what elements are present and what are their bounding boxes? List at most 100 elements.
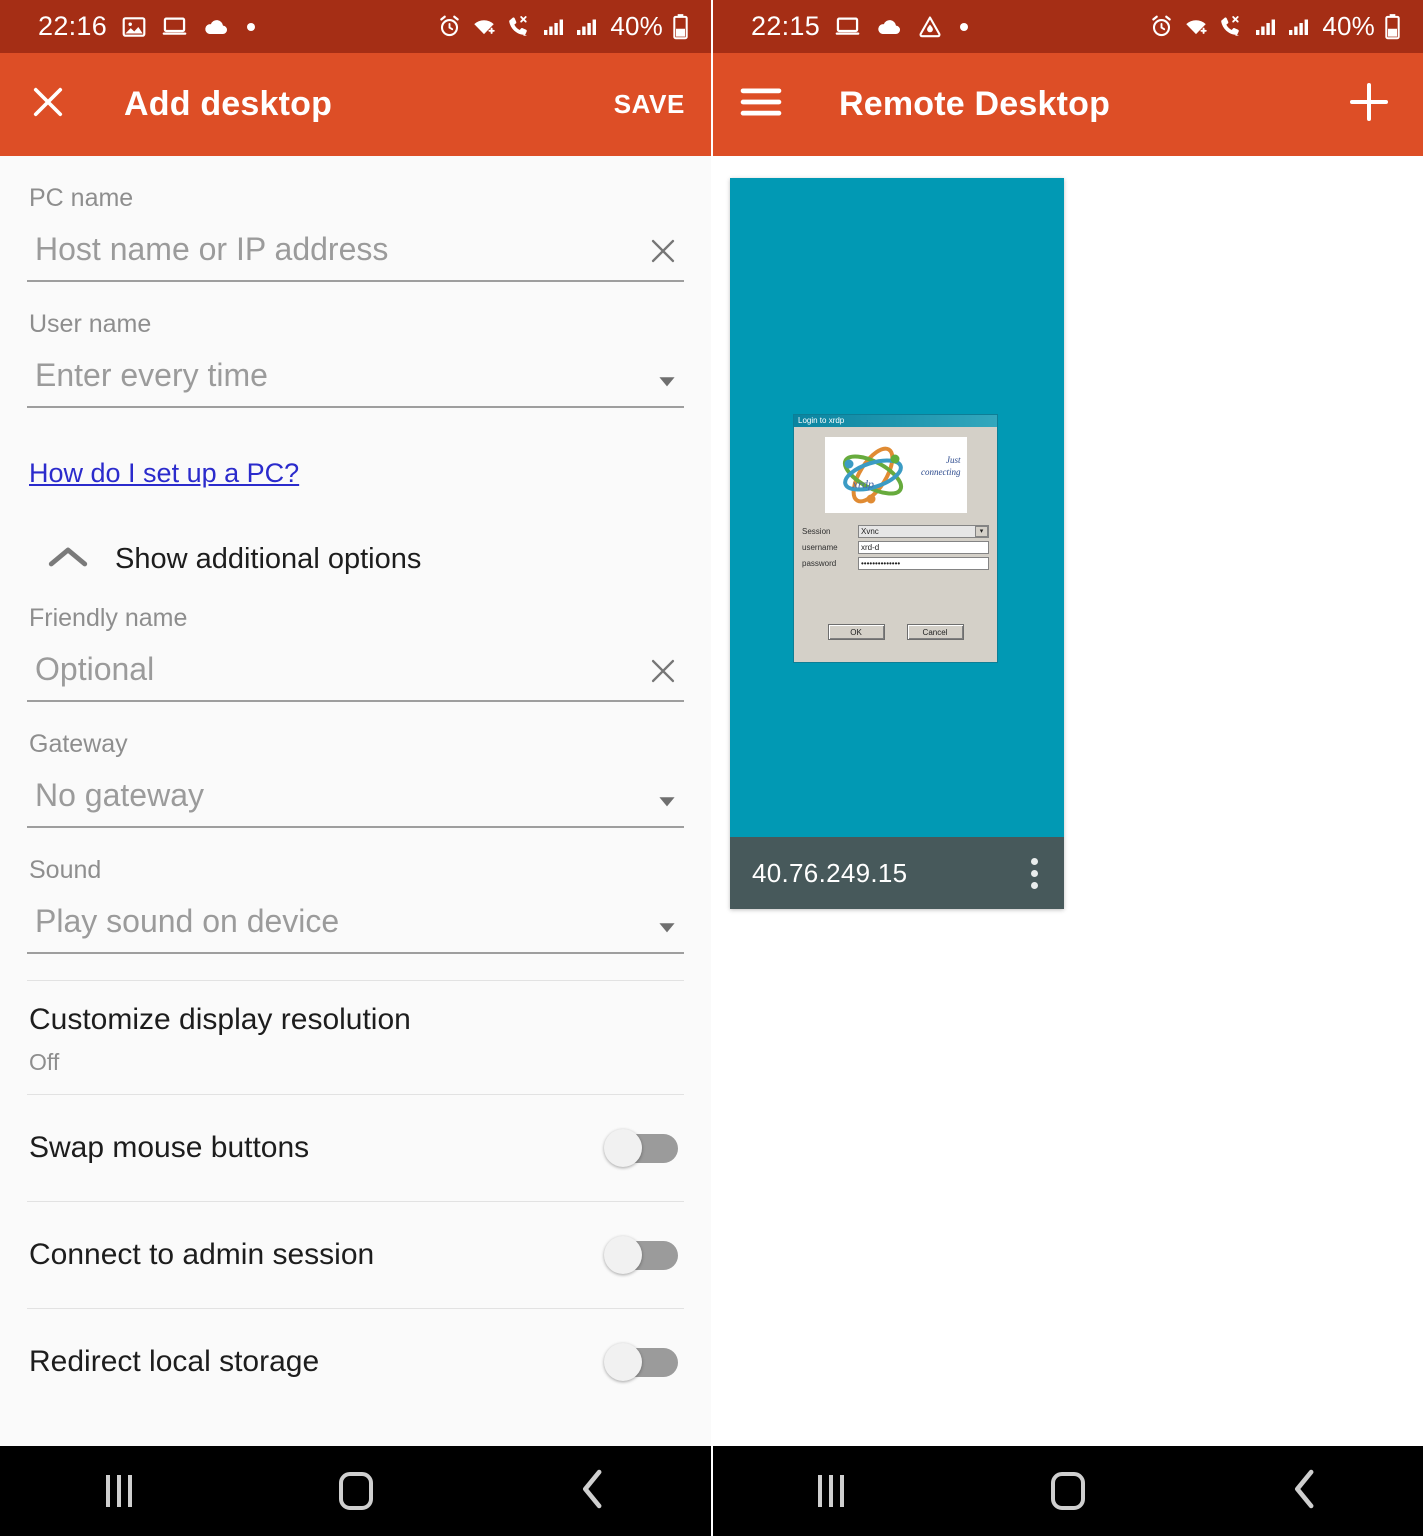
xrdp-username-row: username xrd-d xyxy=(802,541,989,554)
menu-button[interactable] xyxy=(713,53,809,156)
redirect-local-storage-switch[interactable] xyxy=(604,1343,678,1381)
xrdp-slogan-line1: Just xyxy=(946,455,961,465)
cloud-icon xyxy=(875,13,903,41)
home-button[interactable] xyxy=(1008,1446,1128,1536)
sound-select-value[interactable]: Play sound on device xyxy=(35,903,339,940)
missed-call-icon: 1 xyxy=(506,14,532,40)
switch-thumb xyxy=(604,1343,642,1381)
app-bar-remote-desktop: Remote Desktop xyxy=(713,53,1423,156)
xrdp-session-row: Session Xvnc ▾ xyxy=(802,525,989,538)
sound-label: Sound xyxy=(27,856,684,885)
recents-icon xyxy=(106,1475,132,1507)
battery-percentage: 40% xyxy=(1322,11,1375,42)
status-bar-clock: 22:16 xyxy=(38,11,107,42)
pc-name-input[interactable]: Host name or IP address xyxy=(35,231,388,268)
swap-mouse-buttons-row[interactable]: Swap mouse buttons xyxy=(27,1094,684,1201)
add-desktop-button[interactable] xyxy=(1345,78,1423,131)
chevron-up-icon xyxy=(47,544,89,575)
back-button[interactable] xyxy=(1245,1446,1365,1536)
dot-icon xyxy=(957,20,971,34)
android-nav-bar-left xyxy=(0,1446,711,1536)
svg-text:1: 1 xyxy=(1235,29,1239,38)
chevron-down-icon[interactable]: ▾ xyxy=(975,526,988,537)
user-name-field: User name Enter every time xyxy=(27,282,684,408)
overflow-menu-icon[interactable] xyxy=(1025,852,1044,895)
recents-icon xyxy=(818,1475,844,1507)
redirect-local-storage-row[interactable]: Redirect local storage xyxy=(27,1308,684,1415)
xrdp-login-dialog: Login to xrdp xyxy=(793,414,998,663)
swap-mouse-buttons-switch[interactable] xyxy=(604,1129,678,1167)
setup-pc-link[interactable]: How do I set up a PC? xyxy=(29,458,299,489)
clear-icon[interactable] xyxy=(646,654,680,688)
image-icon xyxy=(121,14,147,40)
connect-admin-session-switch[interactable] xyxy=(604,1236,678,1274)
connect-admin-session-row[interactable]: Connect to admin session xyxy=(27,1201,684,1308)
user-name-select-value[interactable]: Enter every time xyxy=(35,357,268,394)
status-bar-left-group: 22:15 xyxy=(751,11,971,42)
home-button[interactable] xyxy=(296,1446,416,1536)
close-icon xyxy=(27,81,69,128)
xrdp-dialog-buttons: OK Cancel xyxy=(794,624,997,640)
xrdp-slogan-line2: connecting xyxy=(921,467,961,477)
home-icon xyxy=(339,1472,373,1510)
xrdp-ok-button[interactable]: OK xyxy=(828,624,885,640)
alarm-icon xyxy=(1149,14,1174,39)
swap-mouse-buttons-label: Swap mouse buttons xyxy=(29,1131,309,1165)
page-title: Add desktop xyxy=(124,85,332,124)
pc-name-label: PC name xyxy=(27,184,684,213)
signal-2-icon xyxy=(1286,15,1310,39)
xrdp-logo: xrdp Just connecting xyxy=(825,437,967,513)
chevron-down-icon[interactable] xyxy=(654,788,680,814)
status-bar-right-group: 1 40% xyxy=(1149,11,1401,42)
dot-icon xyxy=(244,20,258,34)
connect-admin-session-label: Connect to admin session xyxy=(29,1238,374,1272)
show-additional-options-toggle[interactable]: Show additional options xyxy=(47,543,684,576)
xrdp-login-form: Session Xvnc ▾ username xrd-d xyxy=(802,525,989,570)
switch-thumb xyxy=(604,1236,642,1274)
show-additional-options-label: Show additional options xyxy=(115,543,421,576)
save-button[interactable]: SAVE xyxy=(614,89,711,120)
desktop-card-footer: 40.76.249.15 xyxy=(730,837,1064,909)
user-name-select-row[interactable]: Enter every time xyxy=(27,357,684,408)
user-name-label: User name xyxy=(27,310,684,339)
display-resolution-title: Customize display resolution xyxy=(29,1003,682,1037)
friendly-name-input-row[interactable]: Optional xyxy=(27,651,684,702)
close-button[interactable] xyxy=(0,53,96,156)
pc-name-input-row[interactable]: Host name or IP address xyxy=(27,231,684,282)
xrdp-session-select[interactable]: Xvnc ▾ xyxy=(858,525,989,538)
sound-select-row[interactable]: Play sound on device xyxy=(27,903,684,954)
xrdp-cancel-button[interactable]: Cancel xyxy=(907,624,964,640)
desktop-thumbnail[interactable]: Login to xrdp xyxy=(730,178,1064,837)
xrdp-brand-text: xrdp xyxy=(853,477,875,492)
status-bar-right: 22:15 xyxy=(713,0,1423,53)
recents-button[interactable] xyxy=(59,1446,179,1536)
gateway-select-value[interactable]: No gateway xyxy=(35,777,204,814)
battery-icon xyxy=(1384,13,1401,40)
display-resolution-row[interactable]: Customize display resolution Off xyxy=(27,980,684,1094)
friendly-name-input[interactable]: Optional xyxy=(35,651,154,688)
xrdp-password-input[interactable]: •••••••••••••• xyxy=(858,557,989,570)
clear-icon[interactable] xyxy=(646,234,680,268)
gateway-select-row[interactable]: No gateway xyxy=(27,777,684,828)
left-phone-screen: 22:16 xyxy=(0,0,711,1536)
pc-name-field: PC name Host name or IP address xyxy=(27,156,684,282)
laptop-icon xyxy=(161,13,188,40)
chevron-down-icon[interactable] xyxy=(654,368,680,394)
recents-button[interactable] xyxy=(771,1446,891,1536)
app-bar-add-desktop: Add desktop SAVE xyxy=(0,53,711,156)
missed-call-icon: 1 xyxy=(1218,14,1244,40)
cloud-icon xyxy=(202,13,230,41)
xrdp-username-input[interactable]: xrd-d xyxy=(858,541,989,554)
back-button[interactable] xyxy=(533,1446,653,1536)
switch-thumb xyxy=(604,1129,642,1167)
android-nav-bar-right xyxy=(713,1446,1423,1536)
plus-icon xyxy=(1345,78,1393,131)
drop-icon xyxy=(917,14,943,40)
display-resolution-value: Off xyxy=(29,1049,682,1076)
laptop-icon xyxy=(834,13,861,40)
battery-icon xyxy=(672,13,689,40)
add-desktop-form: PC name Host name or IP address User nam… xyxy=(0,156,711,1446)
chevron-down-icon[interactable] xyxy=(654,914,680,940)
desktop-card[interactable]: Login to xrdp xyxy=(730,178,1064,909)
wifi-icon xyxy=(1183,14,1209,40)
